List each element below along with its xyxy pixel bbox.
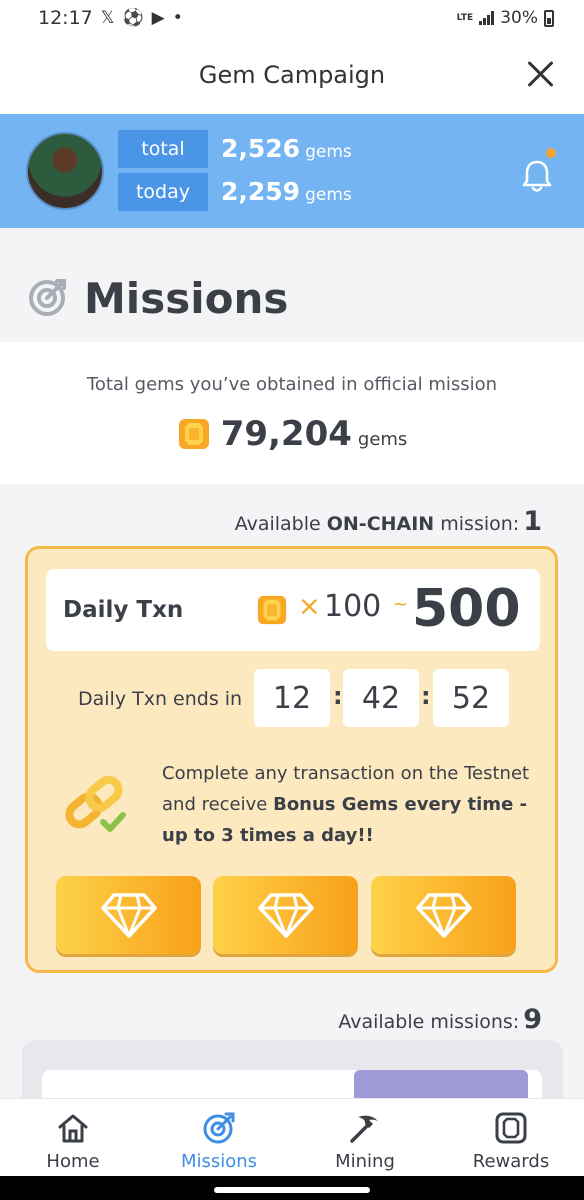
system-nav-bar xyxy=(0,1176,584,1200)
official-mission-value: 79,204 gems xyxy=(0,414,584,454)
nav-mining[interactable]: Mining xyxy=(292,1099,438,1176)
onchain-count: 1 xyxy=(523,506,542,537)
bottom-nav: Home Missions Mining Rewards xyxy=(0,1098,584,1176)
page-title: Gem Campaign xyxy=(198,61,386,89)
onchain-bold: ON-CHAIN xyxy=(326,513,435,535)
gem-icon xyxy=(257,595,287,625)
x-app-icon: 𝕏 xyxy=(100,8,115,28)
total-gems-unit: gems xyxy=(305,142,352,162)
timer-minutes: 42 xyxy=(343,669,419,727)
today-gems-value: 2,259 xyxy=(221,177,301,206)
available-missions-label: Available missions: xyxy=(338,1011,520,1033)
nav-home-label: Home xyxy=(46,1151,100,1172)
daily-txn-reward-box: Daily Txn × 100 ~ 500 xyxy=(46,569,540,651)
multiplier-sign: × xyxy=(298,591,321,622)
timer-seconds: 52 xyxy=(433,669,509,727)
target-icon xyxy=(203,1112,235,1144)
daily-txn-card: Daily Txn × 100 ~ 500 Daily Txn ends in … xyxy=(25,546,558,973)
nav-home[interactable]: Home xyxy=(0,1099,146,1176)
signal-icon xyxy=(479,11,495,25)
missions-title: Missions xyxy=(84,274,289,323)
official-mission-label: Total gems you’ve obtained in official m… xyxy=(86,374,498,395)
available-onchain-count: Available ON-CHAIN mission: 1 xyxy=(235,506,542,537)
lte-icon: LTE xyxy=(456,12,474,23)
missions-header: Missions xyxy=(0,228,584,342)
youtube-icon: ▶ xyxy=(151,8,165,28)
total-tag: total xyxy=(118,130,208,168)
available-missions-number: 9 xyxy=(523,1004,542,1035)
bell-icon[interactable] xyxy=(519,156,555,196)
gem-icon xyxy=(178,419,209,449)
home-icon xyxy=(58,1114,88,1143)
timer-hours: 12 xyxy=(254,669,330,727)
notification-badge xyxy=(546,148,556,158)
official-gems-unit: gems xyxy=(357,428,408,450)
reward-min: 100 xyxy=(324,589,382,624)
ends-in-label: Daily Txn ends in xyxy=(78,688,243,710)
avatar[interactable] xyxy=(26,132,104,210)
nav-missions-label: Missions xyxy=(180,1151,258,1172)
onchain-suffix: mission: xyxy=(434,513,520,535)
target-icon xyxy=(29,279,66,316)
total-gems-value: 2,526 xyxy=(221,134,301,163)
chain-link-check-icon xyxy=(65,775,126,836)
nav-mining-label: Mining xyxy=(335,1151,395,1172)
total-gems: 2,526 gems xyxy=(221,134,352,163)
reward-range-tilde: ~ xyxy=(393,594,409,615)
today-tag: today xyxy=(118,173,208,211)
daily-txn-title: Daily Txn xyxy=(63,597,184,623)
status-bar: 12:17 𝕏 ⚽ ▶ • LTE 30% xyxy=(0,0,584,36)
gem-claim-button-2[interactable] xyxy=(213,876,358,954)
official-mission-summary: Total gems you’ve obtained in official m… xyxy=(0,342,584,484)
battery-icon xyxy=(544,9,554,27)
gem-claim-button-1[interactable] xyxy=(56,876,201,954)
battery-percent: 30% xyxy=(500,8,538,28)
nav-rewards[interactable]: Rewards xyxy=(438,1099,584,1176)
nav-missions[interactable]: Missions xyxy=(146,1099,292,1176)
timer-colon: : xyxy=(421,682,431,710)
daily-txn-description: Complete any transaction on the Testnet … xyxy=(162,758,552,851)
gem-icon xyxy=(495,1112,527,1144)
timer-colon: : xyxy=(333,682,343,710)
diamond-icon xyxy=(415,893,472,938)
close-icon[interactable] xyxy=(526,60,554,88)
notification-dot-icon: • xyxy=(172,8,183,28)
diamond-icon xyxy=(257,893,314,938)
home-gesture-pill[interactable] xyxy=(214,1187,370,1193)
soccer-ball-icon: ⚽ xyxy=(122,8,144,28)
reward-max: 500 xyxy=(412,579,521,639)
app-header: Gem Campaign xyxy=(0,36,584,114)
nav-rewards-label: Rewards xyxy=(472,1151,550,1172)
pickaxe-icon xyxy=(350,1115,378,1143)
today-gems-unit: gems xyxy=(305,185,352,205)
gem-claim-button-3[interactable] xyxy=(371,876,516,954)
today-gems: 2,259 gems xyxy=(221,177,352,206)
official-gems-value: 79,204 xyxy=(220,414,352,454)
diamond-icon xyxy=(100,893,157,938)
available-missions-count: Available missions: 9 xyxy=(338,1004,542,1035)
profile-bar: total 2,526 gems today 2,259 gems xyxy=(0,114,584,228)
onchain-prefix: Available xyxy=(234,513,327,535)
status-time: 12:17 xyxy=(38,7,93,29)
